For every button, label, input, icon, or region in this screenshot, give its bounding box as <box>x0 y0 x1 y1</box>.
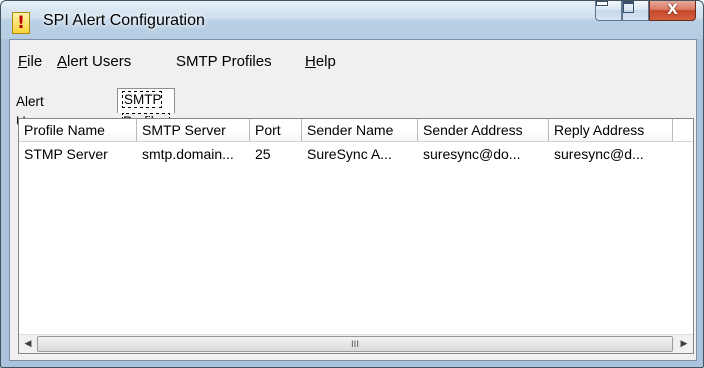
menu-help[interactable]: Help <box>305 53 336 70</box>
maximize-button[interactable] <box>622 1 649 21</box>
window-title: SPI Alert Configuration <box>43 12 205 29</box>
scroll-left-icon[interactable]: ◀ <box>19 335 37 353</box>
cell-sender-address: suresync@do... <box>423 146 521 162</box>
table-row[interactable]: STMP Server smtp.domain... 25 SureSync A… <box>19 143 693 165</box>
cell-profile-name: STMP Server <box>24 146 108 162</box>
app-window: ! SPI Alert Configuration X File Alert U… <box>0 0 704 368</box>
scroll-right-icon[interactable]: ▶ <box>675 335 693 353</box>
tab-smtp-profiles[interactable]: SMTP Profiles <box>117 88 176 130</box>
smtp-profiles-list[interactable]: Profile Name SMTP Server Port Sender Nam… <box>18 118 694 354</box>
minimize-icon <box>596 1 608 6</box>
menu-alert-users[interactable]: Alert Users <box>57 53 131 70</box>
alert-app-icon: ! <box>12 12 30 34</box>
cell-reply-address: suresync@d... <box>554 146 644 162</box>
maximize-icon <box>623 1 634 13</box>
column-header-profile-name[interactable]: Profile Name <box>19 119 137 141</box>
scroll-grip-icon: III <box>351 340 359 350</box>
horizontal-scrollbar[interactable]: ◀ III ▶ <box>19 334 693 353</box>
cell-port: 25 <box>255 146 271 162</box>
column-header-port[interactable]: Port <box>250 119 302 141</box>
column-header-sender-name[interactable]: Sender Name <box>302 119 418 141</box>
column-header-sender-address[interactable]: Sender Address <box>418 119 549 141</box>
title-bar[interactable]: ! SPI Alert Configuration X <box>1 1 703 39</box>
close-button[interactable]: X <box>649 1 696 21</box>
menu-smtp-profiles[interactable]: SMTP Profiles <box>176 53 272 70</box>
cell-smtp-server: smtp.domain... <box>142 146 234 162</box>
menu-bar: File Alert Users SMTP Profiles Help <box>10 40 696 70</box>
cell-sender-name: SureSync A... <box>307 146 392 162</box>
column-header-smtp-server[interactable]: SMTP Server <box>137 119 250 141</box>
close-icon: X <box>667 2 678 18</box>
client-area: File Alert Users SMTP Profiles Help Aler… <box>9 39 697 361</box>
scroll-thumb[interactable]: III <box>37 336 673 352</box>
menu-file[interactable]: File <box>18 53 42 70</box>
caption-buttons: X <box>595 1 696 23</box>
tab-alert-users[interactable]: Alert Users <box>11 92 56 129</box>
minimize-button[interactable] <box>595 1 622 21</box>
column-header-reply-address[interactable]: Reply Address <box>549 119 673 141</box>
list-header: Profile Name SMTP Server Port Sender Nam… <box>19 119 693 142</box>
